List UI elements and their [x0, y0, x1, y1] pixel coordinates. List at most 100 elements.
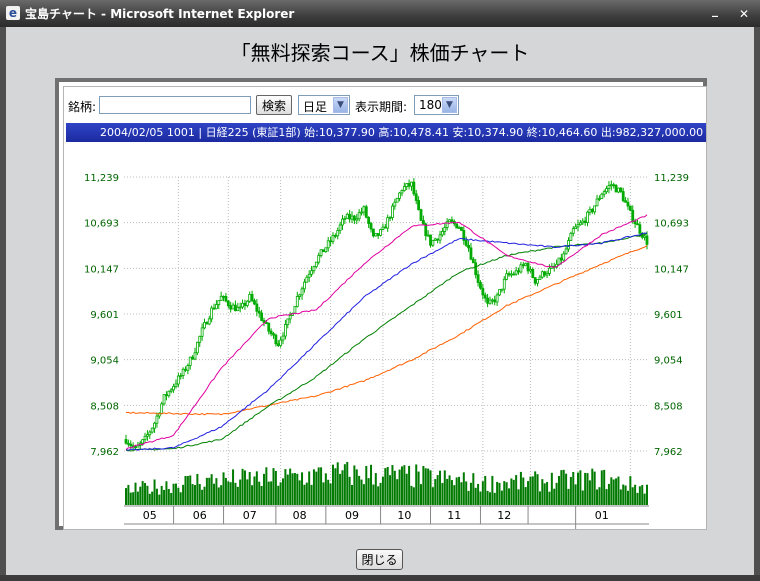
candle-body [481, 287, 485, 296]
volume-bar [424, 468, 427, 505]
volume-bar [293, 473, 296, 505]
candle-body [186, 365, 190, 371]
volume-bar [222, 472, 225, 505]
volume-bar [177, 487, 180, 505]
volume-bar [170, 492, 173, 505]
volume-bar [503, 481, 506, 505]
candle-body [412, 181, 416, 195]
candle-body [564, 248, 568, 255]
candle-body [331, 235, 335, 242]
candle-body [322, 249, 325, 253]
candle-body [205, 322, 209, 325]
browser-window: e 宝島チャート - Microsoft Internet Explorer _… [0, 0, 760, 581]
candle-body [303, 281, 306, 290]
volume-bar [336, 462, 339, 505]
candle-body [286, 318, 290, 325]
candle-body [338, 224, 342, 231]
candle-body [333, 235, 337, 237]
volume-bar [465, 481, 468, 505]
volume-bar [331, 464, 334, 505]
candle-body [448, 219, 451, 223]
candle-body [588, 208, 592, 213]
y-tick-label-left: 9,054 [90, 356, 119, 367]
volume-bar [227, 481, 230, 505]
candle-body [129, 443, 133, 447]
volume-bar [379, 482, 382, 505]
candle-body [146, 434, 149, 437]
candle-body [529, 269, 532, 272]
volume-bar [310, 484, 313, 505]
candle-body [417, 200, 421, 210]
candle-body [269, 330, 273, 335]
candle-body [486, 297, 490, 304]
candle-body [219, 295, 223, 301]
volume-bar [308, 471, 311, 505]
candle-body [236, 307, 240, 312]
volume-bar [574, 484, 577, 505]
candle-body [443, 227, 447, 232]
volume-bar [282, 478, 285, 505]
candle-body [405, 183, 409, 188]
candle-body [414, 193, 418, 201]
candle-body [124, 439, 128, 444]
volume-bar [134, 482, 137, 505]
candle-body [169, 389, 173, 392]
volume-bar [474, 487, 477, 505]
volume-bar [160, 485, 163, 505]
volume-bar [453, 485, 456, 505]
volume-bar [355, 469, 358, 505]
volume-bar [144, 483, 147, 505]
candle-body [483, 294, 487, 299]
volume-bar [629, 476, 632, 505]
volume-bar [291, 473, 294, 505]
volume-bar [301, 472, 304, 505]
title-bar[interactable]: e 宝島チャート - Microsoft Internet Explorer _… [0, 0, 760, 27]
volume-bar [320, 467, 323, 505]
candle-body [498, 289, 501, 296]
candle-body [460, 226, 463, 231]
candle-body [517, 270, 520, 273]
volume-bar [298, 480, 301, 505]
volume-bar [341, 470, 344, 505]
candle-body [222, 295, 225, 298]
volume-bar [541, 479, 544, 505]
close-window-button[interactable]: ✕ [739, 8, 749, 20]
volume-bar [565, 473, 568, 505]
volume-bar [360, 479, 363, 505]
candle-body [143, 435, 147, 441]
close-button[interactable]: 閉じる [356, 549, 403, 570]
candle-body [283, 324, 287, 337]
candle-body [540, 271, 544, 278]
candle-body [276, 343, 280, 346]
y-tick-label-right: 10,693 [654, 219, 689, 230]
candle-body [533, 277, 537, 284]
volume-bar [234, 482, 237, 505]
candle-body [562, 253, 566, 261]
candle-body [179, 375, 183, 377]
volume-bar [396, 479, 399, 505]
volume-bar [232, 469, 235, 505]
volume-bar [317, 467, 320, 505]
candle-body [493, 299, 497, 303]
volume-bar [469, 482, 472, 505]
candle-body [314, 261, 318, 268]
volume-bar [253, 476, 256, 505]
candle-body [226, 300, 230, 307]
candle-body [455, 223, 459, 229]
volume-bar [560, 470, 563, 505]
candle-body [326, 240, 330, 249]
y-tick-label-left: 9,601 [90, 310, 119, 321]
volume-bar [498, 482, 501, 505]
minimize-button[interactable]: _ [712, 4, 718, 16]
window-title: 宝島チャート - Microsoft Internet Explorer [25, 7, 295, 21]
candle-body [598, 198, 601, 200]
volume-bar [365, 465, 368, 505]
volume-bar [389, 475, 392, 505]
candle-body [474, 262, 478, 276]
volume-bar [274, 470, 277, 505]
volume-bar [136, 491, 139, 505]
candle-body [600, 193, 604, 199]
candle-body [207, 318, 211, 325]
y-tick-label-right: 10,147 [654, 264, 689, 275]
volume-bar [412, 487, 415, 505]
